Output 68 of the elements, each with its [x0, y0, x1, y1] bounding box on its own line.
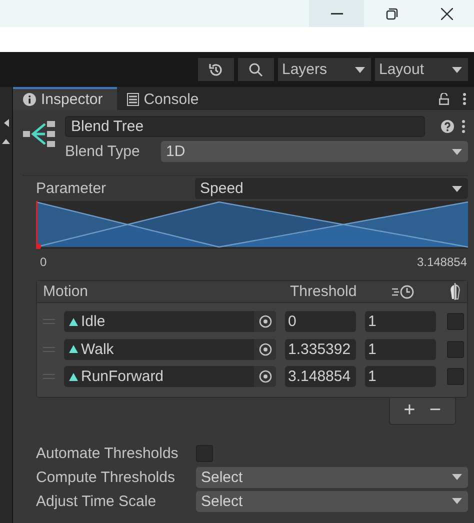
threshold-field[interactable]: 1.335392 [285, 338, 356, 360]
caret-icon [355, 66, 365, 72]
add-button[interactable]: + [402, 398, 418, 422]
time-scale-field[interactable]: 1 [365, 366, 436, 388]
lock-icon[interactable] [439, 92, 449, 104]
mirror-checkbox[interactable] [447, 313, 464, 330]
more-icon[interactable] [463, 92, 466, 104]
caret-icon [452, 186, 462, 192]
motion-field[interactable]: Walk [64, 338, 276, 360]
parameter-dropdown[interactable]: Speed [195, 178, 468, 199]
range-min: 0 [40, 255, 47, 269]
caret-icon [452, 474, 462, 480]
column-header: Threshold [290, 283, 358, 300]
console-icon [126, 93, 139, 106]
search-button[interactable] [238, 58, 274, 81]
object-picker-button[interactable] [254, 338, 276, 360]
panel-tab[interactable]: Inspector [13, 87, 117, 110]
blend-tree-icon [23, 119, 55, 149]
history-button[interactable] [198, 58, 234, 81]
motion-field[interactable]: RunForward [64, 366, 276, 388]
blend-type-label: Blend Type [65, 143, 141, 160]
history-icon [208, 62, 224, 78]
target-icon [258, 342, 272, 356]
mirror-checkbox[interactable] [447, 368, 464, 386]
time-scale-icon [392, 284, 416, 298]
motion-field[interactable]: Idle [64, 311, 276, 332]
more-icon[interactable] [462, 120, 465, 133]
animation-clip-icon [69, 345, 78, 354]
threshold-field[interactable]: 3.148854 [285, 366, 356, 388]
time-scale-field[interactable]: 1 [365, 311, 436, 332]
minimize-icon [330, 12, 342, 14]
animation-clip-icon [69, 372, 78, 381]
threshold-field[interactable]: 0 [285, 311, 356, 332]
layers-dropdown[interactable]: Layers [278, 58, 371, 81]
mirror-checkbox[interactable] [447, 340, 464, 358]
search-icon [248, 62, 264, 78]
setting-label: Adjust Time Scale [36, 492, 158, 510]
drag-handle-icon[interactable] [43, 374, 55, 380]
target-icon [258, 315, 272, 328]
target-icon [258, 370, 272, 384]
help-icon[interactable] [441, 120, 454, 133]
parameter-label: Parameter [36, 180, 108, 197]
caret-icon [452, 148, 462, 154]
caret-icon [452, 498, 462, 504]
animation-clip-icon [69, 318, 78, 326]
expand-icon[interactable] [2, 139, 10, 144]
drag-handle-icon[interactable] [43, 319, 55, 324]
setting-label: Compute Thresholds [36, 468, 176, 486]
info-icon [23, 93, 36, 106]
time-scale-field[interactable]: 1 [365, 338, 436, 360]
remove-button[interactable]: − [427, 398, 443, 422]
blend-type-dropdown[interactable]: 1D [161, 141, 468, 162]
restore-icon [386, 8, 398, 20]
collapse-icon[interactable] [4, 119, 8, 127]
drag-handle-icon[interactable] [43, 346, 55, 352]
panel-tab[interactable]: Console [116, 87, 213, 110]
object-picker-button[interactable] [254, 366, 276, 388]
mirror-icon [449, 283, 461, 300]
layout-dropdown[interactable]: Layout [375, 58, 468, 81]
name-field[interactable]: Blend Tree [65, 116, 425, 137]
setting-label: Automate Thresholds [36, 444, 180, 462]
object-picker-button[interactable] [254, 311, 276, 332]
column-header: Motion [43, 283, 90, 300]
close-icon [440, 8, 452, 20]
select-dropdown[interactable]: Select [196, 466, 468, 488]
caret-icon [452, 66, 462, 72]
select-dropdown[interactable]: Select [196, 490, 468, 512]
range-max: 3.148854 [416, 255, 467, 269]
